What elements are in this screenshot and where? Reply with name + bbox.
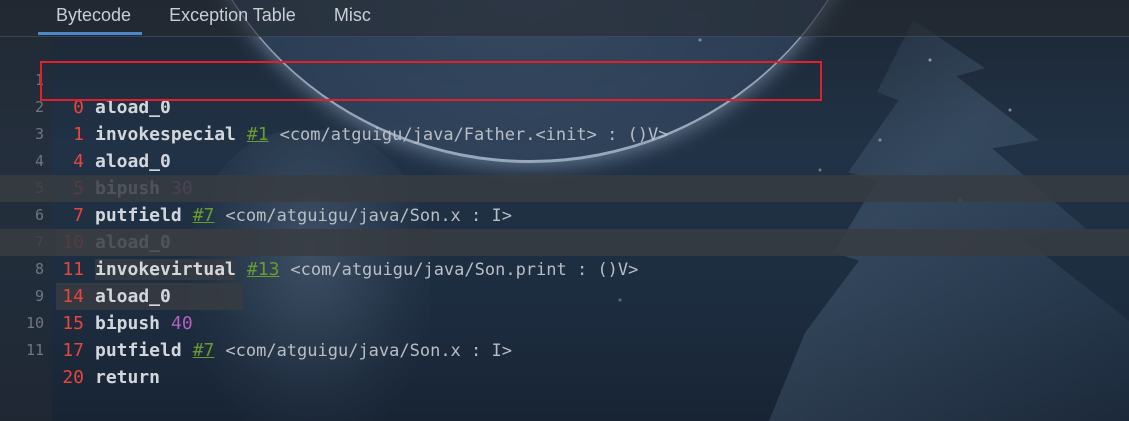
instruction-offset: 17 [62,340,84,361]
instruction-offset: 20 [62,367,84,388]
tab-bar: Bytecode Exception Table Misc [0,0,1129,37]
opcode: putfield [95,340,182,361]
annotation-highlight-box [40,61,822,101]
code-line[interactable]: 9 15 bipush 40 [0,256,1129,334]
tab-exception-table[interactable]: Exception Table [150,0,315,30]
tab-misc[interactable]: Misc [315,0,390,30]
constant-pool-link[interactable]: #7 [193,340,215,361]
code-line[interactable]: 6 10aload_0 [0,175,1129,256]
code-line[interactable]: 10 17 putfield #7 <com/atguigu/java/Son.x :… [0,283,1129,361]
code-line[interactable]: 4 5bipush30 [0,121,1129,199]
code-line[interactable]: 7 11invokevirtual#13<com/atguigu/java/So… [0,202,1129,280]
tab-bytecode[interactable]: Bytecode [0,0,150,35]
line-number: 11 [25,341,44,359]
code-line[interactable]: 11 20 return [0,310,1129,388]
code-line[interactable]: 8 14 aload_0 [0,229,1129,310]
opcode: return [95,367,161,388]
member-descriptor: <com/atguigu/java/Son.x : I> [225,341,512,361]
code-line[interactable]: 5 7putfield#7<com/atguigu/java/Son.x : I… [0,148,1129,226]
